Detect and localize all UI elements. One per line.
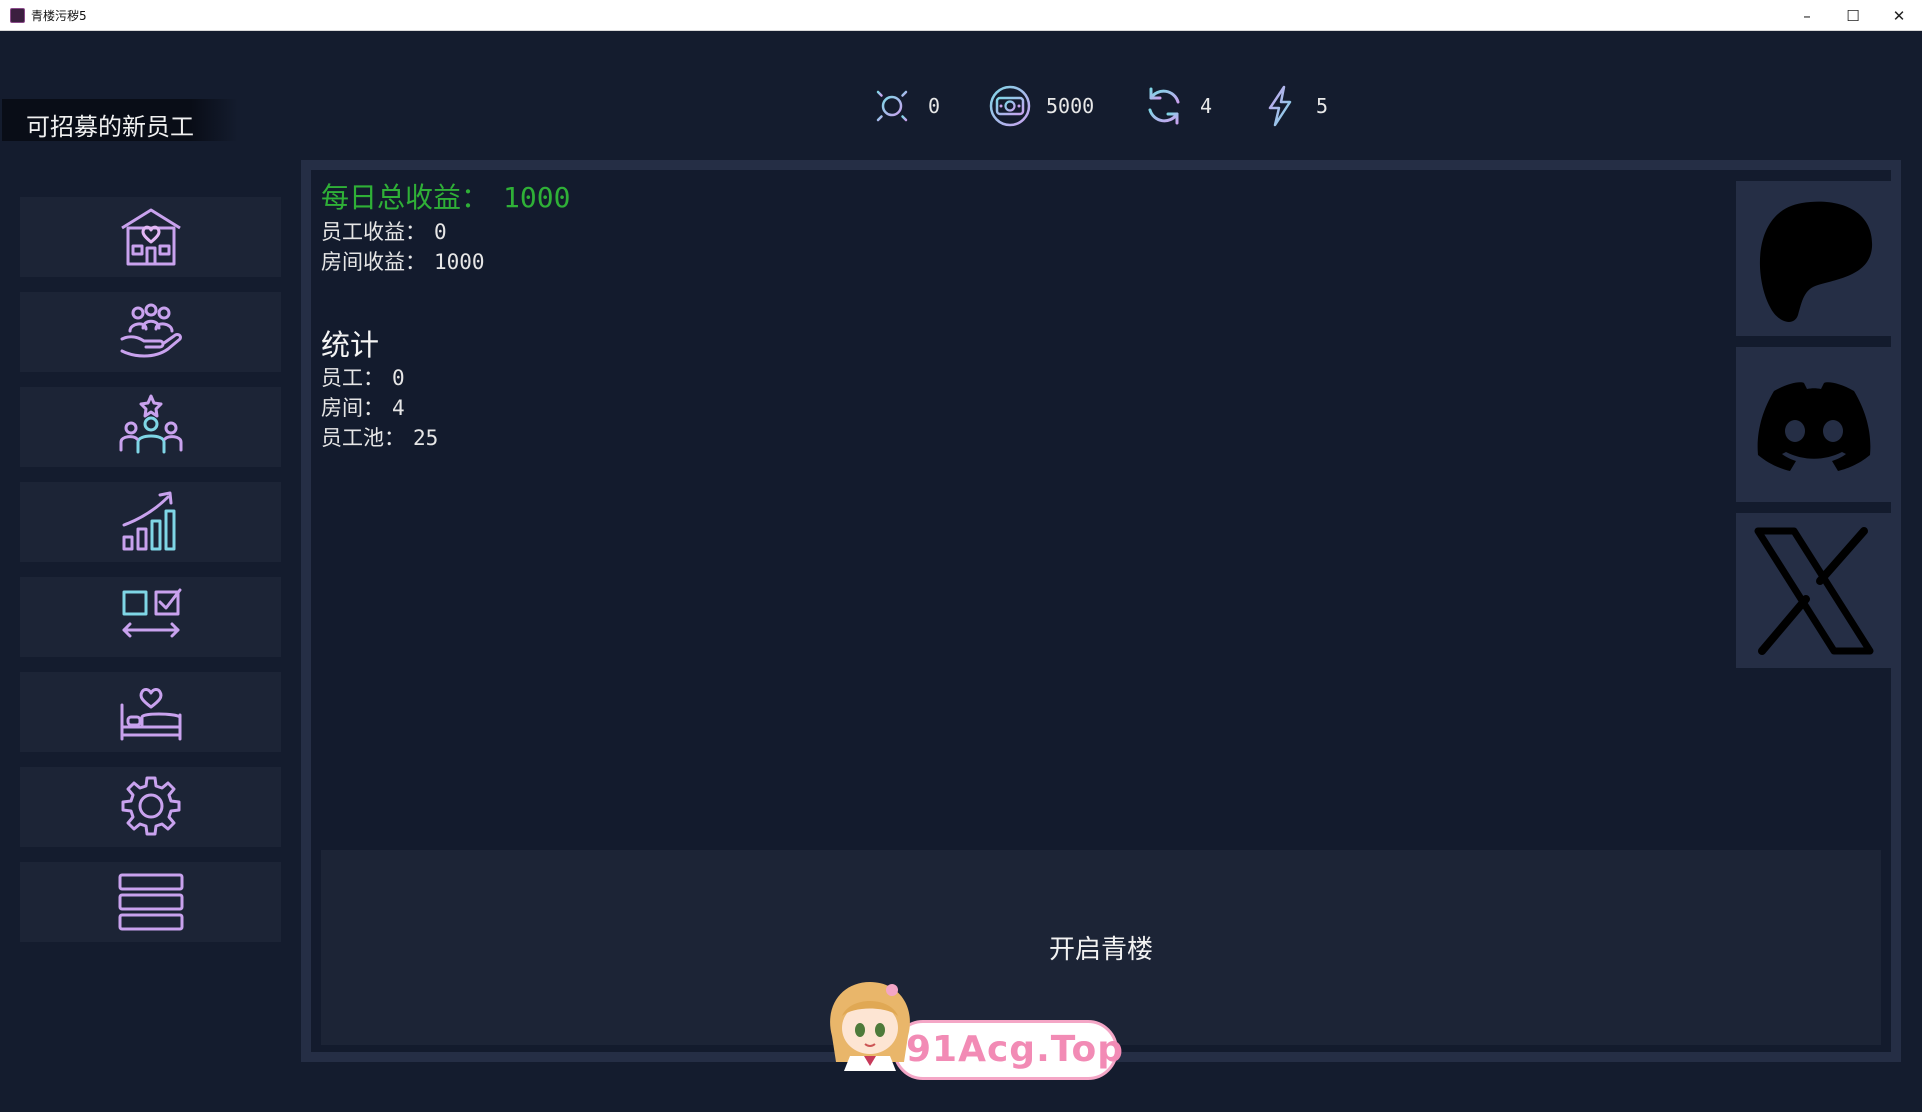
stats-rooms-value: 4 [392, 396, 405, 420]
money-icon [989, 85, 1031, 127]
daily-total-income-value: 1000 [503, 181, 571, 214]
bed-heart-icon [120, 688, 181, 741]
sidebar-staff-button[interactable] [20, 292, 281, 372]
page-label: 可招募的新员工 [2, 99, 238, 141]
sidebar-upgrade-button[interactable] [20, 482, 281, 562]
window-title: 青楼污秽5 [31, 9, 87, 23]
brothel-building-icon [120, 208, 181, 266]
app-icon [10, 8, 25, 23]
watermark: 91Acg.Top [808, 966, 1123, 1086]
resource-refresh-value: 4 [1200, 94, 1213, 118]
main-panel: 每日总收益： 1000 员工收益： 0 房间收益： 1000 统计 员工： 0 房间： 4… [301, 160, 1901, 1062]
gear-icon [121, 776, 180, 836]
staff-income-label: 员工收益： [321, 220, 426, 244]
sidebar-tasks-button[interactable] [20, 577, 281, 657]
anime-girl-mascot-icon [830, 982, 910, 1071]
staff-income-value: 0 [434, 220, 447, 244]
stats-staff-pool-value: 25 [413, 426, 439, 450]
discord-icon [1757, 381, 1870, 471]
discord-button[interactable] [1736, 347, 1891, 502]
star-employee-icon [119, 394, 182, 454]
watermark-text: 91Acg.Top [906, 1029, 1125, 1070]
stats-staff-label: 员工： [321, 366, 384, 390]
window-title-bar: 青楼污秽5 – ☐ ✕ [0, 0, 1922, 31]
resource-sun: 0 [870, 81, 940, 131]
stats-title: 统计 [321, 328, 380, 362]
staff-hand-icon [120, 303, 182, 358]
page-label-text: 可招募的新员工 [26, 113, 194, 141]
minimize-button[interactable]: – [1784, 0, 1830, 31]
daily-total-income: 每日总收益： 1000 [321, 176, 570, 216]
sidebar-favorite-staff-button[interactable] [20, 387, 281, 467]
task-checklist-icon [122, 588, 181, 638]
stats-rooms: 房间： 4 [321, 392, 405, 422]
resource-money: 5000 [988, 81, 1094, 131]
resource-energy: 5 [1258, 81, 1328, 131]
daily-total-income-label: 每日总收益： [321, 181, 490, 214]
room-income-value: 1000 [434, 250, 485, 274]
resource-refresh: 4 [1142, 81, 1212, 131]
open-brothel-label: 开启青楼 [1048, 935, 1153, 965]
x-icon [1754, 526, 1873, 655]
staff-income: 员工收益： 0 [321, 216, 447, 246]
growth-chart-icon [122, 491, 175, 551]
sidebar-menu-button[interactable] [20, 862, 281, 942]
refresh-icon [1148, 87, 1180, 125]
lightning-icon [1268, 85, 1292, 127]
menu-list-icon [118, 873, 183, 931]
resource-money-value: 5000 [1046, 94, 1095, 118]
game-area: 可招募的新员工 0 5000 4 5 每日总收益： 1000 员工收益： 0 房… [0, 31, 1922, 1112]
room-income-label: 房间收益： [321, 250, 426, 274]
resource-sun-value: 0 [928, 94, 941, 118]
stats-staff-pool-label: 员工池： [321, 426, 405, 450]
stats-staff-value: 0 [392, 366, 405, 390]
stats-rooms-label: 房间： [321, 396, 384, 420]
stats-staff-pool: 员工池： 25 [321, 422, 438, 452]
patreon-button[interactable] [1736, 181, 1891, 336]
stats-staff: 员工： 0 [321, 362, 405, 392]
patreon-icon [1759, 201, 1872, 322]
sidebar-settings-button[interactable] [20, 767, 281, 847]
sidebar-brothel-button[interactable] [20, 197, 281, 277]
sidebar-rooms-button[interactable] [20, 672, 281, 752]
sun-icon [871, 85, 913, 127]
main-panel-content: 每日总收益： 1000 员工收益： 0 房间收益： 1000 统计 员工： 0 房间： 4… [311, 170, 1891, 1052]
maximize-button[interactable]: ☐ [1830, 0, 1876, 31]
x-twitter-button[interactable] [1736, 513, 1891, 668]
room-income: 房间收益： 1000 [321, 246, 485, 276]
close-button[interactable]: ✕ [1876, 0, 1922, 31]
resource-energy-value: 5 [1316, 94, 1329, 118]
